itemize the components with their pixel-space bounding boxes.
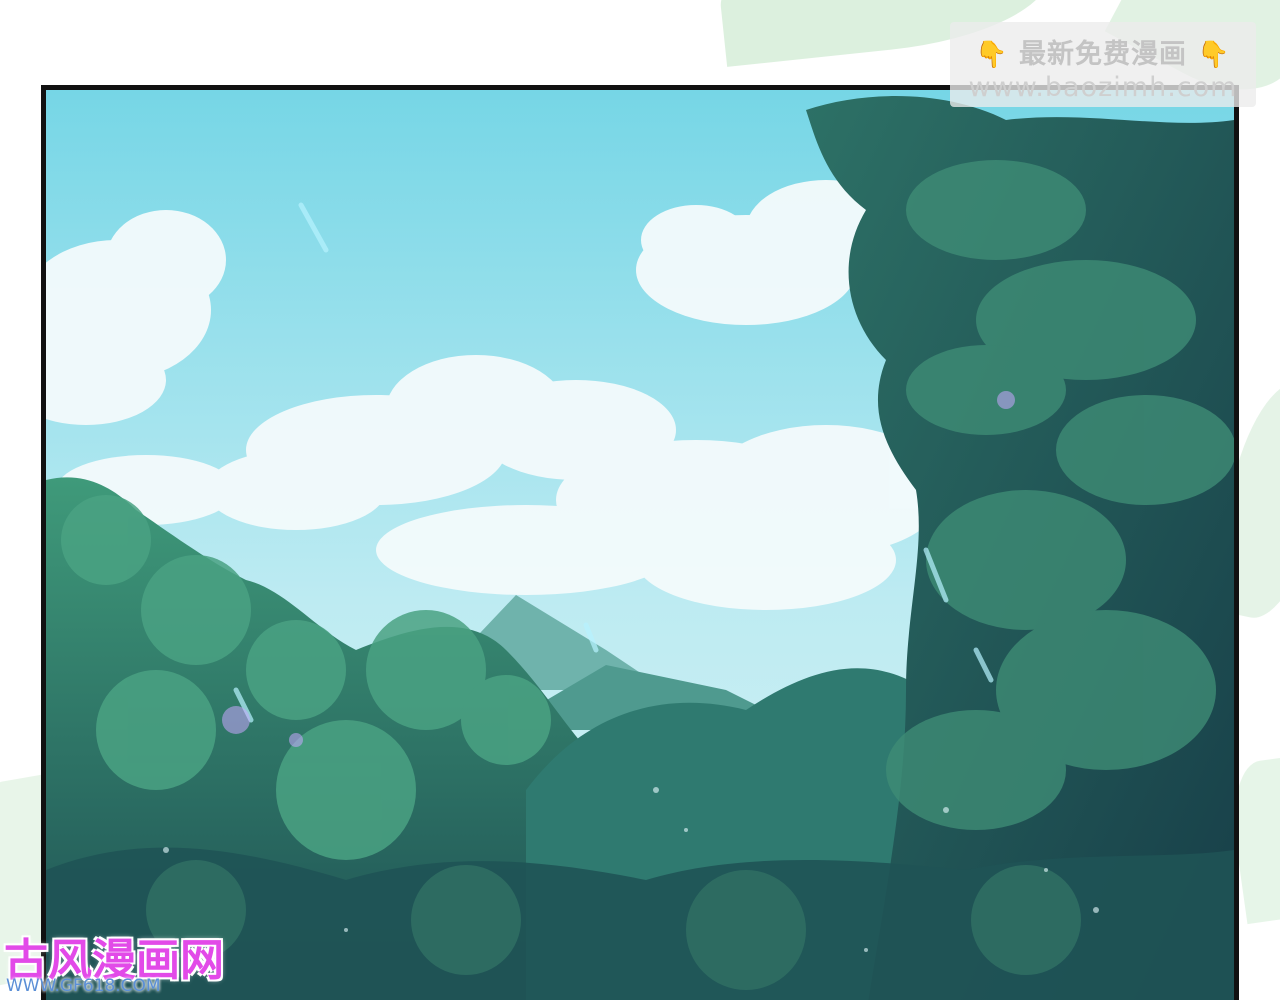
watermark-top-url: www.baozimh.com — [968, 72, 1238, 103]
watermark-top: 👇 最新免费漫画 👇 www.baozimh.com — [950, 22, 1256, 107]
watermark-top-title: 最新免费漫画 — [1019, 39, 1187, 70]
comic-page: 👇 最新免费漫画 👇 www.baozimh.com 古风漫画网 WWW.GF6… — [0, 0, 1280, 1000]
forest-landscape-illustration — [46, 90, 1234, 1000]
comic-panel — [41, 85, 1239, 1000]
watermark-url: WWW.GF618.COM — [6, 976, 161, 996]
pointing-hand-icon: 👇 — [975, 40, 1009, 70]
pointing-hand-icon: 👇 — [1197, 40, 1231, 70]
watermark-bottom: 古风漫画网 WWW.GF618.COM — [4, 924, 244, 1000]
watermark-top-line1: 👇 最新免费漫画 👇 — [950, 32, 1256, 71]
